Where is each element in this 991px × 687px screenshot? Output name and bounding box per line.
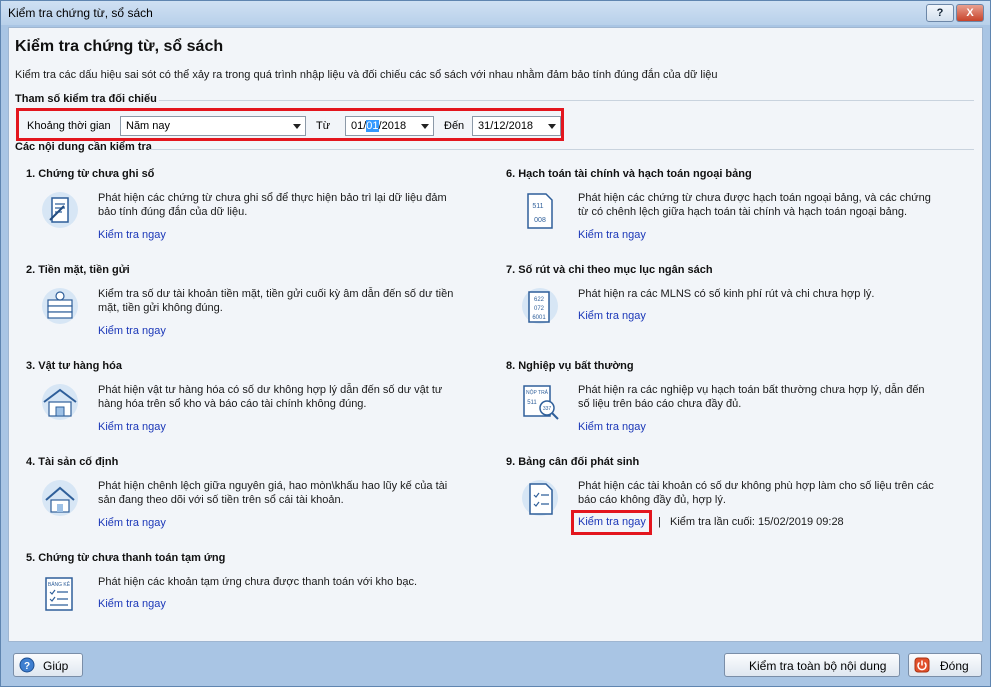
chevron-down-icon [548, 124, 556, 129]
check-now-link[interactable]: Kiểm tra ngay [578, 421, 646, 433]
from-label: Từ [316, 120, 331, 132]
svg-text:337: 337 [543, 406, 552, 412]
svg-text:?: ? [24, 661, 30, 672]
to-date-field[interactable]: 31/12/2018 [472, 116, 561, 136]
check-now-link[interactable]: Kiểm tra ngay [98, 229, 166, 241]
window-title: Kiểm tra chứng từ, sổ sách [8, 6, 153, 20]
check-item-description: Phát hiện các khoản tạm ứng chưa được th… [98, 576, 418, 588]
content-panel: Kiểm tra chứng từ, sổ sách Kiểm tra các … [8, 27, 983, 642]
check-item-title: 2. Tiền mặt, tiền gửi [26, 264, 130, 276]
check-item-title: 8. Nghiệp vụ bất thường [506, 360, 634, 372]
check-item-budget-index: 7. Số rút và chi theo mục lục ngân sách … [506, 264, 976, 360]
period-select-value: Năm nay [126, 120, 171, 132]
check-item-off-balance: 6. Hạch toán tài chính và hạch toán ngoạ… [506, 168, 976, 264]
svg-text:008: 008 [534, 217, 546, 224]
check-all-button-label: Kiểm tra toàn bộ nội dung [749, 659, 887, 673]
check-item-description: Phát hiện ra các nghiệp vụ hạch toán bất… [578, 384, 925, 410]
last-check-text: Kiểm tra lần cuối: 15/02/2019 09:28 [670, 516, 844, 528]
chevron-down-icon [293, 124, 301, 129]
help-button[interactable]: ? Giúp [13, 653, 83, 677]
svg-text:BẢNG KÊ: BẢNG KÊ [48, 580, 71, 588]
from-date-selected-part: 01 [366, 120, 379, 132]
check-item-trial-balance: 9. Bảng cân đối phát sinh Phát hiện các … [506, 456, 976, 552]
check-now-link[interactable]: Kiểm tra ngay [98, 517, 166, 529]
check-item-title: 3. Vật tư hàng hóa [26, 360, 122, 372]
check-item-inventory: 3. Vật tư hàng hóa Phát hiện vật tư hàng… [26, 360, 496, 456]
svg-text:511: 511 [532, 203, 543, 210]
help-title-button[interactable]: ? [926, 4, 954, 22]
from-date-part: 01/ [351, 120, 367, 132]
close-button-label: Đóng [940, 659, 969, 673]
budget-codes-icon: 622 072 6001 [522, 288, 558, 324]
bang-ke-icon: BẢNG KÊ [45, 577, 73, 611]
check-item-title: 4. Tài sản cố định [26, 456, 119, 468]
params-section-title: Tham số kiểm tra đối chiếu [15, 93, 157, 105]
check-now-link[interactable]: Kiểm tra ngay [578, 516, 646, 528]
check-item-description: Kiểm tra số dư tài khoản tiền mặt, tiền … [98, 288, 454, 314]
help-icon: ? [19, 657, 35, 673]
cash-stack-icon [42, 288, 78, 324]
close-title-button[interactable]: X [956, 4, 984, 22]
check-item-cash-deposits: 2. Tiền mặt, tiền gửi Kiểm tra số dư tài… [26, 264, 496, 360]
warehouse-icon [42, 384, 78, 420]
separator: | [658, 516, 661, 528]
page-description: Kiểm tra các dấu hiệu sai sót có thể xảy… [15, 69, 718, 81]
check-item-unusual-transactions: 8. Nghiệp vụ bất thường NỘP TRẢ 511 337 … [506, 360, 976, 456]
from-date-field[interactable]: 01/01/2018 [345, 116, 434, 136]
period-label: Khoảng thời gian [27, 120, 111, 132]
check-item-description: Phát hiện các chứng từ chưa được hạch to… [578, 192, 931, 218]
section-divider [149, 149, 974, 150]
svg-text:072: 072 [534, 306, 545, 312]
check-item-title: 7. Số rút và chi theo mục lục ngân sách [506, 264, 713, 276]
check-item-fixed-assets: 4. Tài sản cố định Phát hiện chênh lệch … [26, 456, 496, 552]
svg-text:6001: 6001 [532, 315, 546, 321]
to-label: Đến [444, 120, 465, 132]
ledger-codes-icon: 511 008 [527, 193, 553, 229]
section-divider [159, 100, 974, 101]
check-item-title: 9. Bảng cân đối phát sinh [506, 456, 640, 468]
check-item-description: Phát hiện chênh lệch giữa nguyên giá, ha… [98, 480, 448, 506]
power-icon [914, 657, 930, 673]
to-date-value: 31/12/2018 [478, 120, 534, 132]
check-item-title: 5. Chứng từ chưa thanh toán tạm ứng [26, 552, 226, 564]
check-all-button[interactable]: Kiểm tra toàn bộ nội dung [724, 653, 900, 677]
check-item-description: Phát hiện các tài khoản có số dư không p… [578, 480, 934, 506]
check-item-description: Phát hiện vật tư hàng hóa có số dư không… [98, 384, 443, 410]
dialog-window: Kiểm tra chứng từ, sổ sách ? X Kiểm tra … [0, 0, 991, 687]
check-now-link[interactable]: Kiểm tra ngay [98, 598, 166, 610]
check-item-title: 6. Hạch toán tài chính và hạch toán ngoạ… [506, 168, 752, 180]
house-icon [42, 480, 78, 516]
svg-text:NỘP TRẢ: NỘP TRẢ [526, 389, 549, 396]
check-item-description: Phát hiện ra các MLNS có số kinh phí rút… [578, 288, 875, 300]
check-item-title: 1. Chứng từ chưa ghi sổ [26, 168, 155, 180]
from-date-part: /2018 [378, 120, 407, 132]
period-select[interactable]: Năm nay [120, 116, 306, 136]
svg-text:511: 511 [527, 400, 537, 406]
check-now-link[interactable]: Kiểm tra ngay [98, 421, 166, 433]
title-bar[interactable]: Kiểm tra chứng từ, sổ sách ? X [1, 1, 990, 25]
check-item-unsettled-advances: 5. Chứng từ chưa thanh toán tạm ứng BẢNG… [26, 552, 496, 648]
page-title: Kiểm tra chứng từ, sổ sách [15, 38, 224, 55]
params-highlight-box: Khoảng thời gian Năm nay Từ 01/01/2018 Đ… [16, 108, 564, 141]
checklist-icon [522, 480, 558, 516]
document-quill-icon [42, 192, 78, 228]
svg-text:622: 622 [534, 297, 545, 303]
check-now-link[interactable]: Kiểm tra ngay [578, 310, 646, 322]
close-button[interactable]: Đóng [908, 653, 982, 677]
check-item-description: Phát hiện các chứng từ chưa ghi sổ để th… [98, 192, 447, 218]
checks-section-title: Các nội dung cần kiểm tra [15, 141, 152, 153]
chevron-down-icon [421, 124, 429, 129]
check-now-link[interactable]: Kiểm tra ngay [98, 325, 166, 337]
check-now-link[interactable]: Kiểm tra ngay [578, 229, 646, 241]
check-item-unposted-vouchers: 1. Chứng từ chưa ghi sổ Phát hiện các ch… [26, 168, 496, 264]
help-button-label: Giúp [43, 659, 69, 673]
search-document-icon: NỘP TRẢ 511 337 [523, 385, 559, 420]
